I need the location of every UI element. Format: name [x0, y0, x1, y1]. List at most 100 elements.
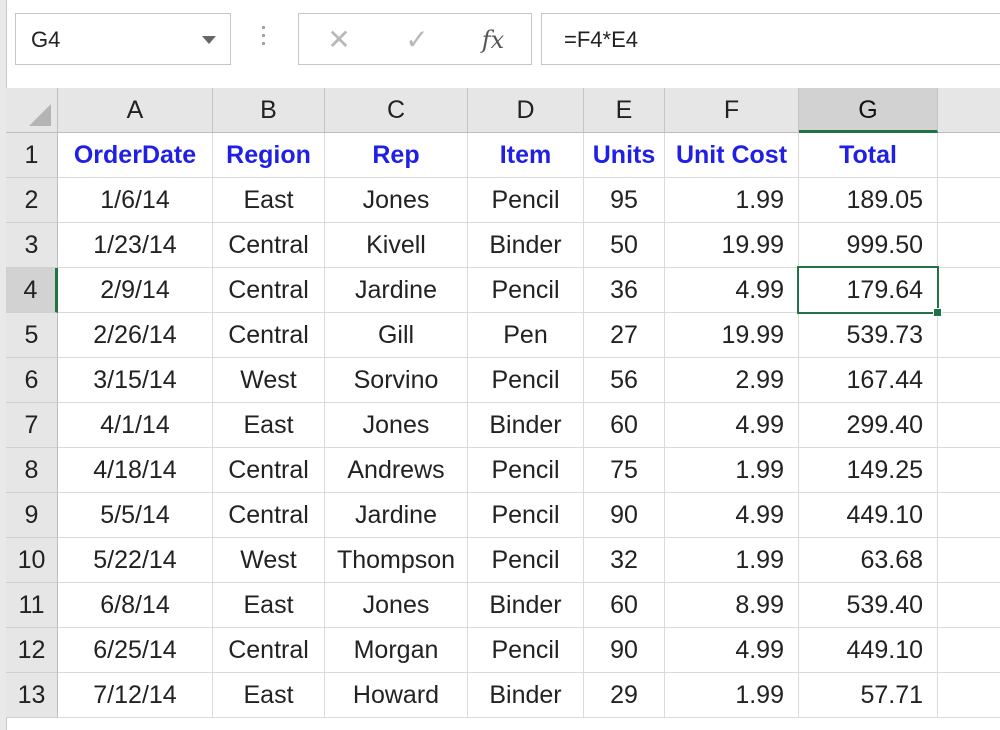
cell-d10[interactable]: Pencil — [468, 538, 584, 583]
cell-c13[interactable]: Howard — [325, 673, 468, 718]
row-header-12[interactable]: 12 — [6, 628, 58, 673]
cell-d4[interactable]: Pencil — [468, 268, 584, 313]
cell-f6[interactable]: 2.99 — [665, 358, 799, 403]
cell-d12[interactable]: Pencil — [468, 628, 584, 673]
cell-f9[interactable]: 4.99 — [665, 493, 799, 538]
cell-b1[interactable]: Region — [213, 133, 325, 178]
cell-d1[interactable]: Item — [468, 133, 584, 178]
cell-a4[interactable]: 2/9/14 — [58, 268, 213, 313]
cell-g9[interactable]: 449.10 — [799, 493, 938, 538]
cell-b2[interactable]: East — [213, 178, 325, 223]
cell-g6[interactable]: 167.44 — [799, 358, 938, 403]
cell-b7[interactable]: East — [213, 403, 325, 448]
cell-c5[interactable]: Gill — [325, 313, 468, 358]
formula-value[interactable]: =F4*E4 — [564, 27, 638, 53]
x-icon[interactable]: ✕ — [319, 22, 359, 58]
cell-h8[interactable] — [938, 448, 1000, 493]
cell-f7[interactable]: 4.99 — [665, 403, 799, 448]
cell-e6[interactable]: 56 — [584, 358, 665, 403]
cell-b3[interactable]: Central — [213, 223, 325, 268]
row-header-2[interactable]: 2 — [6, 178, 58, 223]
cell-e8[interactable]: 75 — [584, 448, 665, 493]
drag-grip-icon[interactable] — [262, 26, 266, 50]
cell-f3[interactable]: 19.99 — [665, 223, 799, 268]
column-header-next[interactable] — [938, 88, 1000, 133]
cell-b6[interactable]: West — [213, 358, 325, 403]
cell-e9[interactable]: 90 — [584, 493, 665, 538]
cell-a9[interactable]: 5/5/14 — [58, 493, 213, 538]
cell-g5[interactable]: 539.73 — [799, 313, 938, 358]
column-header-e[interactable]: E — [584, 88, 665, 133]
cell-d9[interactable]: Pencil — [468, 493, 584, 538]
cell-e2[interactable]: 95 — [584, 178, 665, 223]
cell-f12[interactable]: 4.99 — [665, 628, 799, 673]
cell-f10[interactable]: 1.99 — [665, 538, 799, 583]
chevron-down-icon[interactable] — [202, 36, 216, 44]
cell-e1[interactable]: Units — [584, 133, 665, 178]
cell-f5[interactable]: 19.99 — [665, 313, 799, 358]
cell-a2[interactable]: 1/6/14 — [58, 178, 213, 223]
cell-b5[interactable]: Central — [213, 313, 325, 358]
row-header-6[interactable]: 6 — [6, 358, 58, 403]
cell-f13[interactable]: 1.99 — [665, 673, 799, 718]
cell-h4[interactable] — [938, 268, 1000, 313]
cell-f11[interactable]: 8.99 — [665, 583, 799, 628]
cell-e5[interactable]: 27 — [584, 313, 665, 358]
row-header-11[interactable]: 11 — [6, 583, 58, 628]
cell-c9[interactable]: Jardine — [325, 493, 468, 538]
cell-g11[interactable]: 539.40 — [799, 583, 938, 628]
cell-d3[interactable]: Binder — [468, 223, 584, 268]
cell-h10[interactable] — [938, 538, 1000, 583]
cell-a5[interactable]: 2/26/14 — [58, 313, 213, 358]
row-header-13[interactable]: 13 — [6, 673, 58, 718]
cell-h5[interactable] — [938, 313, 1000, 358]
cell-g2[interactable]: 189.05 — [799, 178, 938, 223]
cell-f4[interactable]: 4.99 — [665, 268, 799, 313]
name-box[interactable]: G4 — [15, 13, 231, 65]
cell-g10[interactable]: 63.68 — [799, 538, 938, 583]
cell-d8[interactable]: Pencil — [468, 448, 584, 493]
cell-b9[interactable]: Central — [213, 493, 325, 538]
cell-g12[interactable]: 449.10 — [799, 628, 938, 673]
formula-input[interactable]: =F4*E4 — [541, 13, 1000, 65]
cell-h12[interactable] — [938, 628, 1000, 673]
cell-c6[interactable]: Sorvino — [325, 358, 468, 403]
cell-e4[interactable]: 36 — [584, 268, 665, 313]
row-header-3[interactable]: 3 — [6, 223, 58, 268]
cell-h1[interactable] — [938, 133, 1000, 178]
cell-h7[interactable] — [938, 403, 1000, 448]
cell-e13[interactable]: 29 — [584, 673, 665, 718]
cell-g1[interactable]: Total — [799, 133, 938, 178]
cell-a10[interactable]: 5/22/14 — [58, 538, 213, 583]
cell-b13[interactable]: East — [213, 673, 325, 718]
cell-c1[interactable]: Rep — [325, 133, 468, 178]
cell-d2[interactable]: Pencil — [468, 178, 584, 223]
cell-b8[interactable]: Central — [213, 448, 325, 493]
cell-h13[interactable] — [938, 673, 1000, 718]
fx-icon[interactable]: fx — [473, 22, 513, 58]
cell-c4[interactable]: Jardine — [325, 268, 468, 313]
cell-d5[interactable]: Pen — [468, 313, 584, 358]
cell-a11[interactable]: 6/8/14 — [58, 583, 213, 628]
cell-a7[interactable]: 4/1/14 — [58, 403, 213, 448]
column-header-b[interactable]: B — [213, 88, 325, 133]
cell-d6[interactable]: Pencil — [468, 358, 584, 403]
cell-g8[interactable]: 149.25 — [799, 448, 938, 493]
row-header-8[interactable]: 8 — [6, 448, 58, 493]
cell-c3[interactable]: Kivell — [325, 223, 468, 268]
cell-c2[interactable]: Jones — [325, 178, 468, 223]
cell-h11[interactable] — [938, 583, 1000, 628]
cell-e7[interactable]: 60 — [584, 403, 665, 448]
cell-b4[interactable]: Central — [213, 268, 325, 313]
cell-d13[interactable]: Binder — [468, 673, 584, 718]
cell-c11[interactable]: Jones — [325, 583, 468, 628]
cell-a13[interactable]: 7/12/14 — [58, 673, 213, 718]
cell-a6[interactable]: 3/15/14 — [58, 358, 213, 403]
cell-g3[interactable]: 999.50 — [799, 223, 938, 268]
cell-f2[interactable]: 1.99 — [665, 178, 799, 223]
cell-d11[interactable]: Binder — [468, 583, 584, 628]
column-header-c[interactable]: C — [325, 88, 468, 133]
cell-h9[interactable] — [938, 493, 1000, 538]
cell-b10[interactable]: West — [213, 538, 325, 583]
cell-g7[interactable]: 299.40 — [799, 403, 938, 448]
